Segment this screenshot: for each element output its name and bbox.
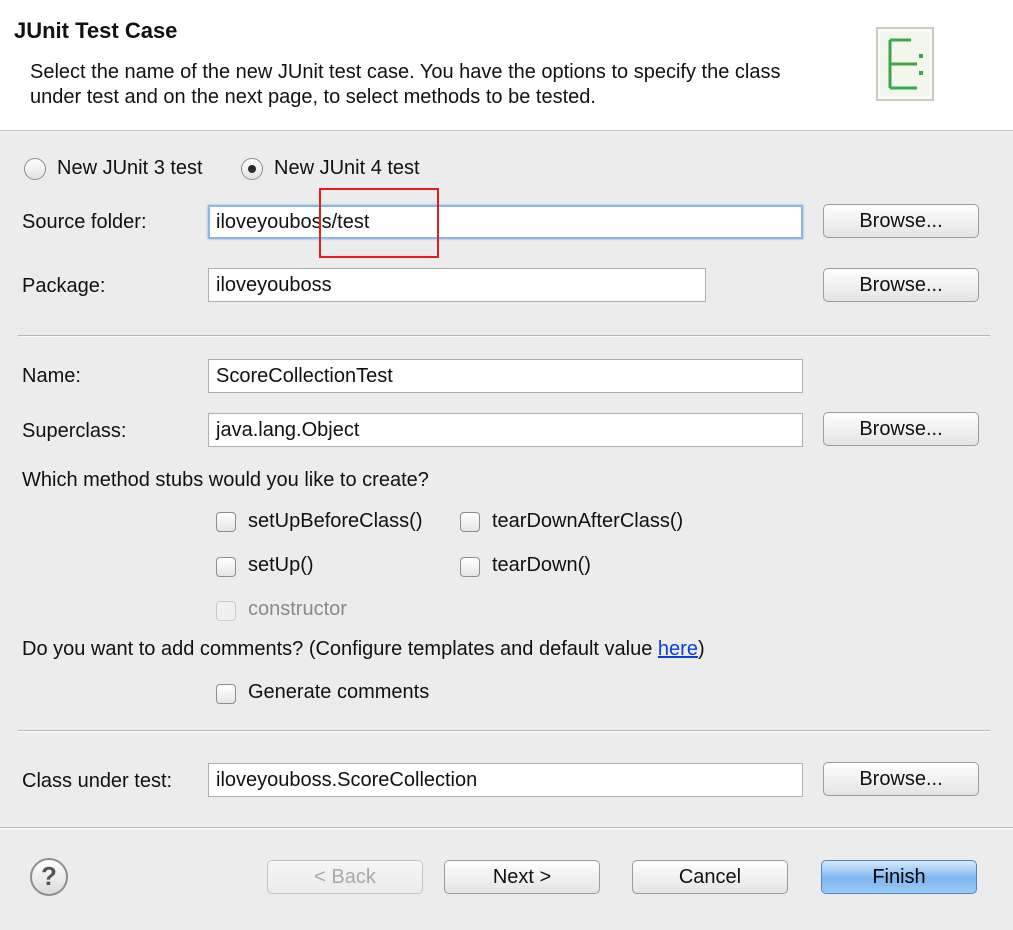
name-input[interactable]: ScoreCollectionTest bbox=[208, 359, 803, 393]
next-button[interactable]: Next > bbox=[444, 860, 600, 894]
footer-separator bbox=[0, 827, 1013, 829]
superclass-browse-button[interactable]: Browse... bbox=[823, 412, 979, 446]
junit3-label[interactable]: New JUnit 3 test bbox=[57, 157, 203, 180]
junit3-radio[interactable] bbox=[24, 158, 46, 180]
setup-before-class-checkbox[interactable] bbox=[216, 512, 236, 532]
back-button: < Back bbox=[267, 860, 423, 894]
comments-question-text: Do you want to add comments? (Configure … bbox=[22, 638, 658, 660]
source-folder-browse-button[interactable]: Browse... bbox=[823, 204, 979, 238]
dialog-header: JUnit Test Case Select the name of the n… bbox=[0, 0, 1013, 131]
junit4-label[interactable]: New JUnit 4 test bbox=[274, 157, 420, 180]
source-folder-input[interactable]: iloveyouboss/test bbox=[208, 205, 803, 239]
comments-question: Do you want to add comments? (Configure … bbox=[22, 638, 705, 661]
generate-comments-label[interactable]: Generate comments bbox=[248, 681, 429, 704]
superclass-label: Superclass: bbox=[22, 420, 127, 442]
setup-before-class-label[interactable]: setUpBeforeClass() bbox=[248, 510, 423, 533]
annotation-highlight-box bbox=[319, 188, 439, 258]
finish-button[interactable]: Finish bbox=[821, 860, 977, 894]
setup-label[interactable]: setUp() bbox=[248, 554, 314, 577]
constructor-label: constructor bbox=[248, 598, 347, 620]
class-under-test-input[interactable]: iloveyouboss.ScoreCollection bbox=[208, 763, 803, 797]
method-stubs-question: Which method stubs would you like to cre… bbox=[22, 469, 429, 491]
comments-question-suffix: ) bbox=[697, 638, 705, 660]
generate-comments-checkbox[interactable] bbox=[216, 684, 236, 704]
setup-checkbox[interactable] bbox=[216, 557, 236, 577]
radio-selected-dot bbox=[248, 165, 256, 173]
package-browse-button[interactable]: Browse... bbox=[823, 268, 979, 302]
teardown-label[interactable]: tearDown() bbox=[492, 554, 591, 577]
teardown-after-class-label[interactable]: tearDownAfterClass() bbox=[492, 510, 683, 533]
junit-wizard-icon bbox=[876, 27, 934, 101]
source-folder-label: Source folder: bbox=[22, 211, 147, 233]
cancel-button[interactable]: Cancel bbox=[632, 860, 788, 894]
superclass-input[interactable]: java.lang.Object bbox=[208, 413, 803, 447]
name-label: Name: bbox=[22, 365, 81, 387]
package-input[interactable]: iloveyouboss bbox=[208, 268, 706, 302]
class-under-test-label: Class under test: bbox=[22, 770, 173, 792]
separator bbox=[18, 730, 990, 732]
separator bbox=[18, 335, 990, 337]
constructor-checkbox bbox=[216, 601, 236, 621]
configure-templates-link[interactable]: here bbox=[658, 638, 698, 660]
package-label: Package: bbox=[22, 275, 106, 297]
junit4-radio[interactable] bbox=[241, 158, 263, 180]
class-under-test-browse-button[interactable]: Browse... bbox=[823, 762, 979, 796]
dialog-description: Select the name of the new JUnit test ca… bbox=[30, 61, 781, 108]
dialog-title: JUnit Test Case bbox=[14, 18, 178, 43]
junit-test-case-dialog: JUnit Test Case Select the name of the n… bbox=[0, 0, 1013, 930]
teardown-checkbox[interactable] bbox=[460, 557, 480, 577]
teardown-after-class-checkbox[interactable] bbox=[460, 512, 480, 532]
help-icon[interactable]: ? bbox=[30, 858, 68, 896]
